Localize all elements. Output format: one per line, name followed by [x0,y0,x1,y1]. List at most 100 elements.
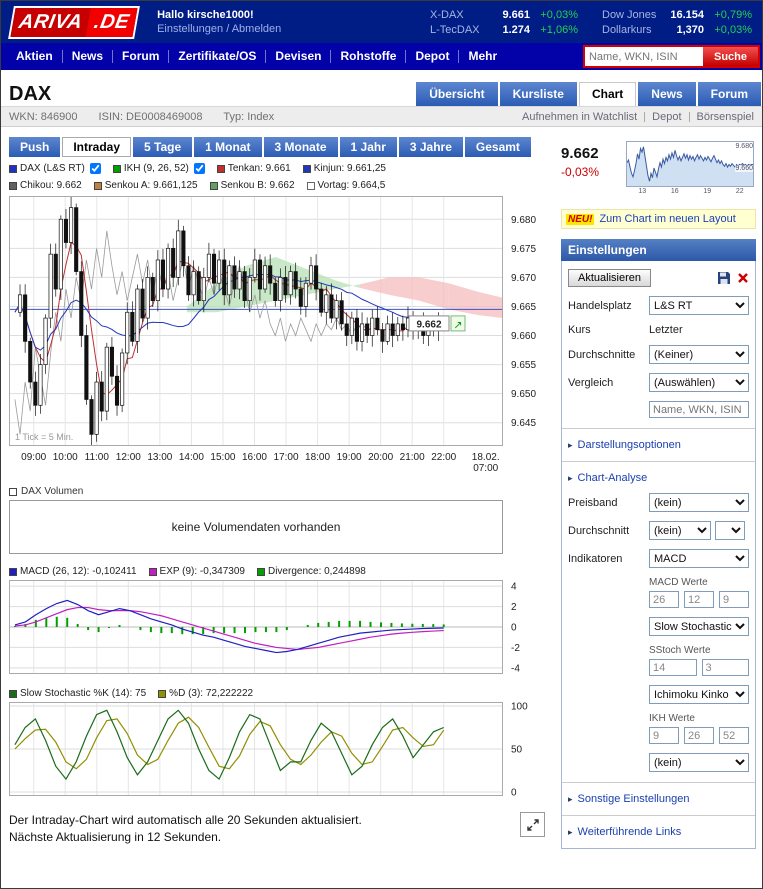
period-tab-intraday[interactable]: Intraday [62,137,132,157]
new-layout-link[interactable]: Zum Chart im neuen Layout [599,213,735,225]
period-tab-push[interactable]: Push [9,137,61,157]
svg-text:9.662: 9.662 [416,319,441,330]
update-button[interactable]: Aktualisieren [568,269,651,287]
meta-link-boersenspiel[interactable]: Börsenspiel [697,111,754,123]
svg-text:14:00: 14:00 [179,452,204,463]
separator [688,111,690,122]
settings-panel: Aktualisieren Handelsplatz L&S RT Kurs L… [561,261,756,849]
meta-links: Aufnehmen in Watchlist Depot Börsenspiel [522,111,754,123]
series-color-swatch [209,181,218,190]
macd-param-3-input[interactable] [719,591,749,608]
handelsplatz-select[interactable]: L&S RT [649,296,749,315]
legend-item: Chikou: 9.662 [9,180,82,191]
tab-chart[interactable]: Chart [578,82,637,106]
link-darstellungsoptionen[interactable]: ▸ Darstellungsoptionen [568,439,749,451]
ticker-dowjones[interactable]: Dow Jones 16.154 +0,79% [602,8,752,22]
meta-link-aufnehmen-in-watchlist[interactable]: Aufnehmen in Watchlist [522,111,637,123]
indikator-2-row: Slow Stochastic [568,617,749,636]
indikator-1-select[interactable]: MACD [649,549,749,568]
close-icon[interactable] [737,272,749,284]
vergleich-search-input[interactable] [649,401,749,418]
nav-item-devisen[interactable]: Devisen [266,50,332,63]
period-tab-5-tage[interactable]: 5 Tage [133,137,193,157]
period-tab-1-monat[interactable]: 1 Monat [194,137,262,157]
vergleich-label: Vergleich [568,376,614,389]
svg-text:9.650: 9.650 [511,389,536,400]
series-color-swatch [9,164,17,173]
nav-item-zertifikate-os[interactable]: Zertifikate/OS [169,50,267,63]
legend-label: EXP (9): -0,347309 [159,566,245,577]
svg-text:07:00: 07:00 [473,463,498,474]
divider [562,428,755,429]
svg-text:-2: -2 [511,643,520,654]
legend-item: MACD (26, 12): -0,102411 [9,566,137,577]
durchschnitte-select[interactable]: (Keiner) [649,345,749,364]
search-input[interactable] [584,47,703,66]
svg-text:10:00: 10:00 [53,452,78,463]
nav-item-aktien[interactable]: Aktien [7,50,63,63]
ticker-dollarkurs[interactable]: Dollarkurs 1,370 +0,03% [602,23,752,37]
svg-text:9.675: 9.675 [511,244,536,255]
legend-item: Vortag: 9.664,5 [306,180,385,191]
preisband-select[interactable]: (kein) [649,493,749,512]
legend-label: Kinjun: 9.661,25 [313,163,386,174]
macd-param-1-input[interactable] [649,591,679,608]
durchschnitt-extra-select[interactable] [715,521,745,540]
macd-param-2-input[interactable] [684,591,714,608]
ticker-ltecdax[interactable]: L-TecDAX 1.274 +1,06% [430,23,578,37]
link-chart-analyse[interactable]: ▸ Chart-Analyse [568,472,749,484]
vergleich-select[interactable]: (Auswählen) [649,373,749,392]
svg-text:9.655: 9.655 [511,360,536,371]
period-tab-gesamt[interactable]: Gesamt [464,137,531,157]
tab-news[interactable]: News [638,82,696,106]
site-header: ARIVA .DE Hallo kirsche1000! Einstellunge… [1,1,762,43]
svg-text:12:00: 12:00 [116,452,141,463]
sstoch-param-2-input[interactable] [701,659,749,676]
legend-item: Senkou B: 9.662 [209,180,295,191]
tab-kursliste[interactable]: Kursliste [499,82,577,106]
svg-text:4: 4 [511,582,517,593]
ikh-param-3-input[interactable] [719,727,749,744]
durchschnitt-select[interactable]: (kein) [649,521,711,540]
series-toggle-checkbox[interactable] [193,163,205,174]
indikator-2-select[interactable]: Slow Stochastic [649,617,749,636]
main-price-chart[interactable]: 9.645 9.650 9.655 9.660 9.665 9.670 9.675 9.680… [9,196,557,474]
chevron-right-icon: ▸ [568,472,573,483]
tab-forum[interactable]: Forum [697,82,761,106]
nav-item-rohstoffe[interactable]: Rohstoffe [331,50,407,63]
meta-link-depot[interactable]: Depot [652,111,681,123]
indikator-3-select[interactable]: Ichimoku Kinko [649,685,749,704]
account-links[interactable]: Einstellungen / Abmelden [157,22,281,36]
sstoch-param-1-input[interactable] [649,659,697,676]
svg-text:15:00: 15:00 [210,452,235,463]
indikator-4-select[interactable]: (kein) [649,753,749,772]
legend-item: %D (3): 72,222222 [158,688,253,699]
period-tab-3-monate[interactable]: 3 Monate [263,137,338,157]
macd-chart: 4 2 0 -2 -4 [9,580,520,674]
link-sonstige-einstellungen[interactable]: ▸ Sonstige Einstellungen [568,793,749,805]
ikh-param-1-input[interactable] [649,727,679,744]
search-button[interactable]: Suche [702,47,758,66]
tab-uebersicht[interactable]: Übersicht [416,82,498,106]
nav-item-news[interactable]: News [63,50,114,63]
series-color-swatch [256,567,265,576]
fullscreen-button[interactable] [520,812,545,837]
series-toggle-checkbox[interactable] [89,163,101,174]
save-icon[interactable] [717,271,731,285]
period-tab-3-jahre[interactable]: 3 Jahre [398,137,463,157]
kurs-row: Kurs Letzter [568,324,749,336]
ariva-logo[interactable]: ARIVA .DE [8,5,141,39]
link-weiterfuehrende-links[interactable]: ▸ Weiterführende Links [568,826,749,838]
legend-label: Slow Stochastic %K (14): 75 [20,688,147,699]
ticker-xdax[interactable]: X-DAX 9.661 +0,03% [430,8,578,22]
price-change: -0,03% [561,165,600,179]
period-tab-1-jahr[interactable]: 1 Jahr [339,137,397,157]
nav-item-depot[interactable]: Depot [406,50,460,63]
content: Push Intraday 5 Tage 1 Monat 3 Monate 1 Jahr 3… [1,127,762,849]
stochastic-chart: 100 50 0 [9,702,528,799]
legend-label: MACD (26, 12): -0,102411 [20,566,137,577]
page-title: DAX [9,83,52,105]
ikh-param-2-input[interactable] [684,727,714,744]
nav-item-forum[interactable]: Forum [113,50,170,63]
nav-item-mehr[interactable]: Mehr [459,50,506,63]
